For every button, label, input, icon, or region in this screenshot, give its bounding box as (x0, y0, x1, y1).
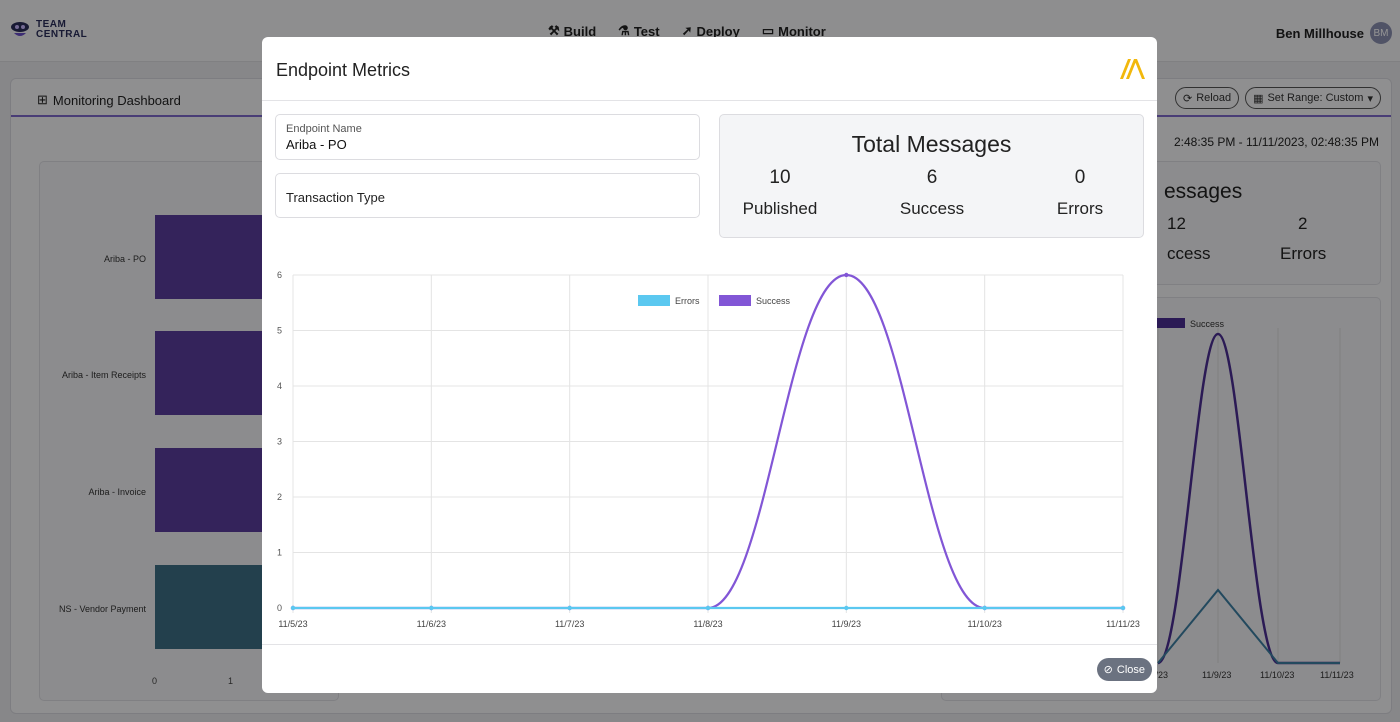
y-tick-label: 2 (277, 492, 282, 502)
modal-title: Endpoint Metrics (276, 60, 411, 80)
endpoint-line-chart: 0 1 2 3 4 5 6 11/5/23 11/6/23 11/7/23 11/8/23 11/9/… (262, 251, 1157, 641)
close-label: Close (1116, 663, 1145, 676)
modal-header: Endpoint Metrics (262, 37, 1157, 101)
y-tick-label: 6 (277, 270, 282, 280)
transaction-type-field[interactable]: Transaction Type (275, 173, 700, 218)
close-button[interactable]: ⊘ Close (1096, 658, 1152, 681)
data-point-errors (844, 605, 849, 611)
published-metric: 10 Published (720, 167, 840, 219)
x-tick-label: 11/10/23 (967, 619, 1001, 629)
errors-value: 0 (1074, 167, 1086, 188)
errors-metric: 0 Errors (1020, 167, 1140, 219)
y-tick-label: 3 (277, 437, 282, 447)
y-tick-label: 5 (277, 326, 282, 336)
data-point-errors (567, 605, 572, 611)
x-tick-label: 11/8/23 (693, 619, 722, 629)
x-tick-label: 11/7/23 (555, 619, 584, 629)
transaction-type-label: Transaction Type (286, 190, 385, 205)
x-tick-label: 11/9/23 (832, 619, 861, 629)
x-tick-label: 11/5/23 (278, 619, 307, 629)
endpoint-metrics-modal: Endpoint Metrics Endpoint Name Ariba - P… (262, 37, 1157, 693)
modal-footer: ⊘ Close (262, 644, 1157, 693)
legend-swatch-success (719, 295, 751, 306)
data-point-success (844, 272, 849, 278)
total-messages-summary: Total Messages 10 Published 6 Success 0 … (719, 114, 1144, 238)
total-messages-heading: Total Messages (851, 131, 1012, 157)
legend-label-success: Success (756, 296, 791, 306)
legend-label-errors: Errors (675, 296, 700, 306)
errors-label: Errors (1056, 199, 1104, 218)
ban-icon: ⊘ (1103, 664, 1113, 676)
endpoint-name-field[interactable]: Endpoint Name Ariba - PO (275, 114, 700, 160)
data-point-errors (1120, 605, 1126, 611)
published-value: 10 (769, 167, 791, 188)
y-tick-label: 4 (277, 381, 282, 391)
data-point-errors (429, 605, 434, 611)
success-label: Success (899, 199, 965, 218)
line-chart-svg: 0 1 2 3 4 5 6 11/5/23 11/6/23 11/7/23 11/8/23 11/9/… (277, 270, 1140, 629)
x-tick-label: 11/11/23 (1106, 619, 1140, 629)
endpoint-name-value: Ariba - PO (286, 137, 347, 152)
brand-logo-icon (1120, 59, 1145, 79)
endpoint-name-label: Endpoint Name (286, 123, 362, 135)
success-metric: 6 Success (872, 167, 992, 219)
legend-swatch-errors (638, 295, 670, 306)
y-tick-label: 0 (277, 603, 282, 613)
data-point-errors (982, 605, 987, 611)
data-point-errors (290, 605, 296, 611)
x-tick-label: 11/6/23 (417, 619, 446, 629)
published-label: Published (742, 199, 818, 218)
y-tick-label: 1 (277, 548, 282, 558)
success-value: 6 (926, 167, 938, 188)
data-point-errors (705, 605, 711, 611)
